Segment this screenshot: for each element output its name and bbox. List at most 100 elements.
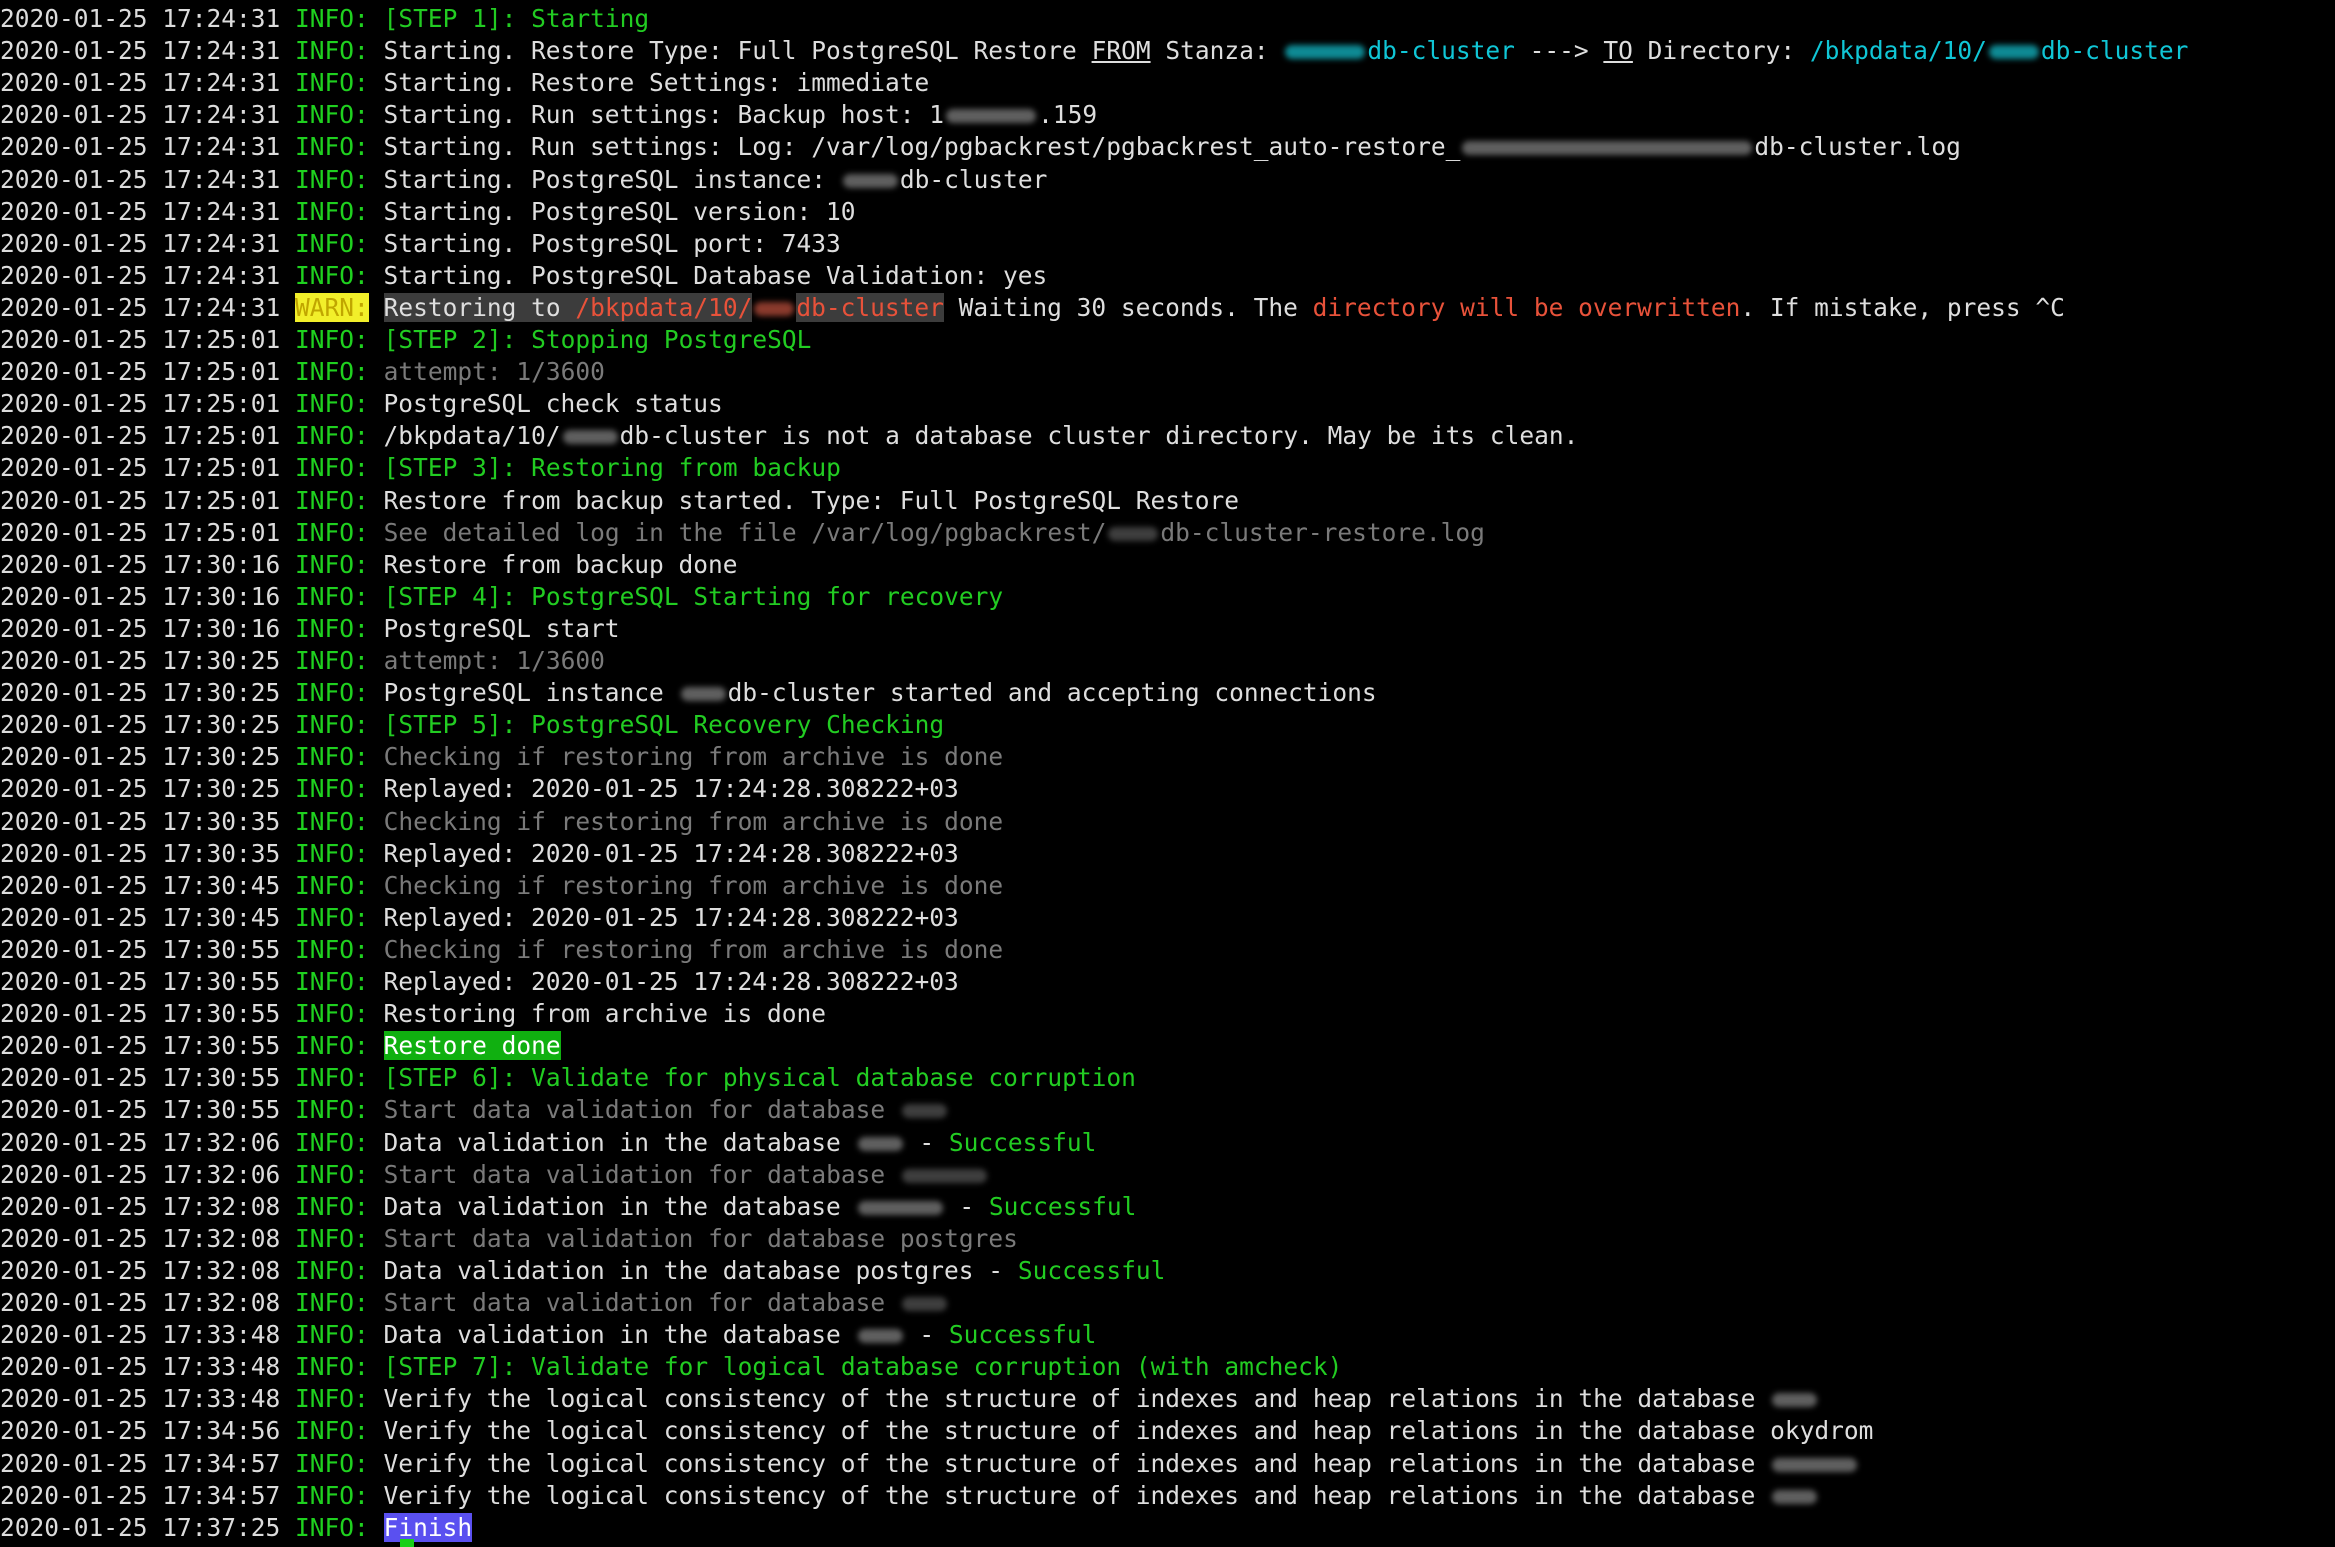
log-message-text: TO: [1603, 36, 1633, 66]
log-message-text: PostgreSQL instance: [368, 678, 679, 708]
log-level-info: INFO:: [295, 421, 369, 451]
log-line: 2020-01-25 17:25:01 INFO: [STEP 2]: Stop…: [0, 324, 811, 356]
redacted-text: [857, 1136, 903, 1151]
log-message-text: Verify the logical consistency of the st…: [368, 1480, 1771, 1510]
log-message-text: Replayed: 2020-01-25 17:24:28.308222+03: [368, 774, 959, 804]
log-message-text: Start data validation for database postg…: [383, 1223, 1018, 1253]
log-level-info: INFO:: [295, 68, 369, 98]
log-level-info: INFO:: [295, 357, 369, 387]
redacted-text: [562, 430, 618, 445]
log-line: 2020-01-25 17:30:16 INFO: PostgreSQL sta…: [0, 613, 620, 645]
log-message-text: Replayed: 2020-01-25 17:24:28.308222+03: [368, 902, 959, 932]
log-message-text: Stanza:: [1150, 36, 1284, 66]
log-message-text: Starting. Run settings: Log: /var/log/pg…: [368, 132, 1461, 162]
log-level-info: INFO:: [295, 646, 369, 675]
log-message-text: [STEP 2]: Stopping PostgreSQL: [383, 325, 812, 354]
log-message-text: Starting. PostgreSQL port: 7433: [368, 228, 841, 258]
log-level-info: INFO:: [295, 1416, 369, 1446]
redacted-text: [901, 1297, 947, 1311]
log-message-text: Successful: [948, 1127, 1097, 1157]
log-level-info: INFO:: [295, 228, 369, 258]
log-message-text: /bkpdata/10/: [368, 421, 561, 451]
log-level-info: INFO:: [295, 774, 369, 804]
log-timestamp: 2020-01-25 17:34:57: [0, 1480, 281, 1510]
log-level-info: INFO:: [295, 389, 369, 419]
log-message-text: [369, 4, 384, 33]
log-message-text: db-cluster started and accepting connect…: [727, 678, 1377, 708]
log-timestamp: 2020-01-25 17:33:48: [0, 1384, 281, 1414]
log-message-text: Start data validation for database: [383, 1288, 900, 1317]
log-message-text: [369, 935, 384, 964]
log-message-text: See detailed log in the file /var/log/pg…: [383, 517, 1107, 547]
log-message-text: Verify the logical consistency of the st…: [368, 1448, 1771, 1478]
log-level-info: INFO:: [295, 100, 369, 130]
log-message-text: [STEP 6]: Validate for physical database…: [383, 1063, 1136, 1093]
log-message-text: Verify the logical consistency of the st…: [368, 1384, 1771, 1414]
redacted-text: [857, 1200, 943, 1215]
log-level-info: INFO:: [295, 4, 369, 33]
log-message-text: Starting. Restore Settings: immediate: [368, 68, 930, 98]
log-message-text: Restore from backup started. Type: Full …: [368, 485, 1240, 515]
log-message-text: Verify the logical consistency of the st…: [368, 1416, 1874, 1446]
log-level-info: INFO:: [295, 838, 369, 868]
log-message-text: Waiting 30 seconds. The: [943, 292, 1313, 322]
log-timestamp: 2020-01-25 17:30:25: [0, 774, 281, 804]
log-level-info: INFO:: [295, 260, 369, 290]
log-message-text: db-cluster: [2040, 36, 2189, 66]
log-timestamp: 2020-01-25 17:32:06: [0, 1127, 281, 1157]
redacted-text: [901, 1104, 947, 1119]
log-level-info: INFO:: [295, 1191, 369, 1221]
log-level-info: INFO:: [295, 678, 369, 708]
log-message-text: /bkpdata/10/: [575, 292, 753, 322]
log-line: 2020-01-25 17:30:45 INFO: Replayed: 2020…: [0, 902, 959, 934]
log-message-text: [369, 742, 384, 771]
log-line: 2020-01-25 17:30:55 INFO: Start data val…: [0, 1094, 949, 1126]
log-message-text: Start data validation for database: [383, 1095, 900, 1125]
terminal-window[interactable]: 2020-01-25 17:24:31 INFO: [STEP 1]: Star…: [0, 0, 2335, 1547]
log-timestamp: 2020-01-25 17:30:55: [0, 1031, 281, 1061]
log-message-text: Checking if restoring from archive is do…: [383, 742, 1004, 772]
log-level-info: INFO:: [295, 517, 369, 547]
log-message-text: Starting. PostgreSQL version: 10: [368, 196, 856, 226]
log-line: 2020-01-25 17:30:25 INFO: Replayed: 2020…: [0, 773, 959, 805]
log-line: 2020-01-25 17:25:01 INFO: /bkpdata/10/db…: [0, 420, 1578, 452]
log-timestamp: 2020-01-25 17:24:31: [0, 164, 281, 194]
log-timestamp: 2020-01-25 17:32:08: [0, 1223, 281, 1253]
log-level-info: INFO:: [295, 1159, 369, 1189]
log-level-info: INFO:: [295, 1352, 369, 1382]
log-level-info: INFO:: [295, 1448, 369, 1478]
log-line: 2020-01-25 17:24:31 INFO: Starting. Post…: [0, 260, 1047, 292]
log-message-text: Directory:: [1632, 36, 1810, 66]
log-message-text: Successful: [948, 1320, 1097, 1350]
log-level-info: INFO:: [295, 1063, 369, 1093]
log-timestamp: 2020-01-25 17:30:35: [0, 806, 281, 836]
log-line: 2020-01-25 17:32:08 INFO: Data validatio…: [0, 1255, 1165, 1287]
log-timestamp: 2020-01-25 17:30:16: [0, 549, 281, 579]
log-message-text: db-cluster is not a database cluster dir…: [619, 421, 1579, 451]
log-level-info: INFO:: [295, 806, 369, 836]
log-line: 2020-01-25 17:24:31 INFO: [STEP 1]: Star…: [0, 3, 649, 35]
log-message-text: [STEP 7]: Validate for logical database …: [383, 1352, 1343, 1382]
log-message-text: db-cluster: [796, 292, 944, 322]
log-timestamp: 2020-01-25 17:25:01: [0, 325, 281, 354]
log-message-text: Checking if restoring from archive is do…: [383, 870, 1004, 900]
redacted-text: [1285, 45, 1366, 60]
log-message-text: [369, 871, 384, 900]
log-message-text: [369, 453, 384, 482]
log-line: 2020-01-25 17:34:57 INFO: Verify the log…: [0, 1480, 1819, 1512]
log-message-text: [369, 1224, 384, 1253]
log-message-text: [STEP 4]: PostgreSQL Starting for recove…: [383, 581, 1004, 611]
log-timestamp: 2020-01-25 17:30:45: [0, 902, 281, 932]
log-line: 2020-01-25 17:33:48 INFO: Data validatio…: [0, 1319, 1096, 1351]
log-message-text: Replayed: 2020-01-25 17:24:28.308222+03: [368, 967, 959, 996]
log-level-info: INFO:: [295, 1095, 369, 1125]
log-message-text: [STEP 3]: Restoring from backup: [383, 453, 841, 483]
log-level-warn: WARN:: [295, 292, 369, 322]
redacted-text: [1772, 1393, 1818, 1408]
log-timestamp: 2020-01-25 17:30:16: [0, 581, 281, 611]
log-message-text: db-cluster-restore.log: [1160, 517, 1485, 547]
log-timestamp: 2020-01-25 17:25:01: [0, 517, 281, 547]
redacted-text: [946, 109, 1037, 124]
log-message-text: [369, 357, 384, 386]
log-message-text: Restore done: [383, 1031, 561, 1061]
